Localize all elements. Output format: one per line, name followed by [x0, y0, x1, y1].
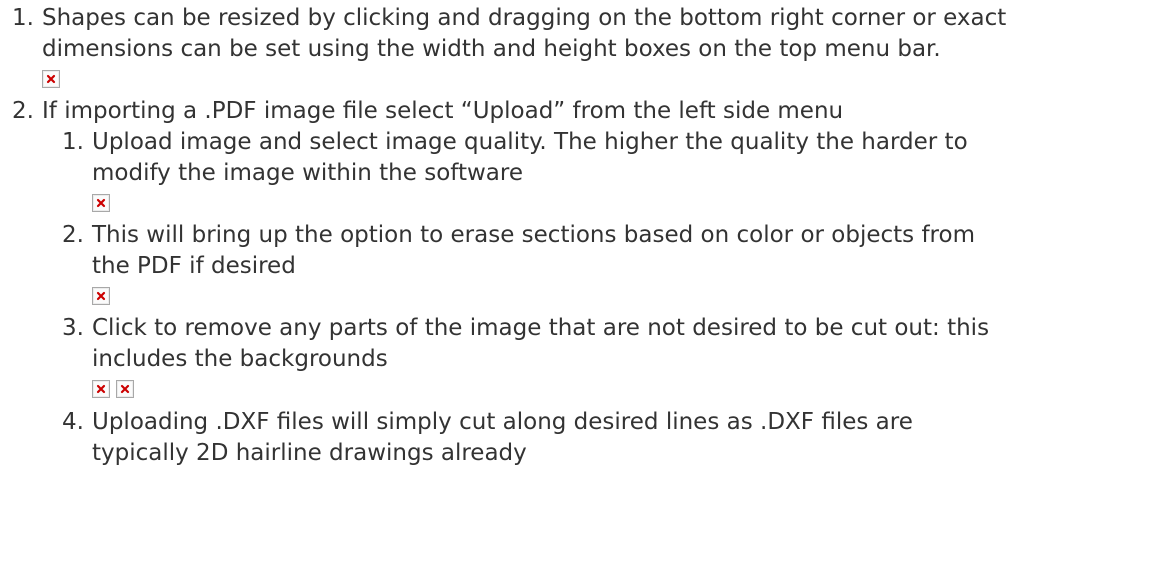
sub-list-item-text-line: modify the image within the software: [92, 160, 523, 186]
broken-image-icon: [92, 380, 110, 398]
list-item-text-line: If importing a .PDF image file select “U…: [42, 98, 844, 124]
broken-image-icon: [92, 194, 110, 212]
list-number: 1.: [12, 5, 34, 31]
sub-list-number: 4.: [62, 409, 84, 435]
sub-list-item-text-line: Upload image and select image quality. T…: [92, 129, 968, 155]
sub-list-item-text-line: Click to remove any parts of the image t…: [92, 315, 990, 341]
sub-list-item-text-line: typically 2D hairline drawings already: [92, 440, 527, 466]
broken-image-icon: [116, 380, 134, 398]
sub-list-item-text-line: includes the backgrounds: [92, 346, 388, 372]
sub-list-item-text-line: This will bring up the option to erase s…: [92, 222, 975, 248]
document-body: 1. Shapes can be resized by clicking and…: [0, 0, 1176, 564]
list-item-text-line: dimensions can be set using the width an…: [42, 36, 941, 62]
sub-list-number: 3.: [62, 315, 84, 341]
broken-image-icon: [42, 70, 60, 88]
sub-list-number: 1.: [62, 129, 84, 155]
sub-list-number: 2.: [62, 222, 84, 248]
list-number: 2.: [12, 98, 34, 124]
sub-list-item-text-line: the PDF if desired: [92, 253, 296, 279]
list-item-text-line: Shapes can be resized by clicking and dr…: [42, 5, 1007, 31]
sub-list-item-text-line: Uploading .DXF files will simply cut alo…: [92, 409, 913, 435]
broken-image-icon: [92, 287, 110, 305]
